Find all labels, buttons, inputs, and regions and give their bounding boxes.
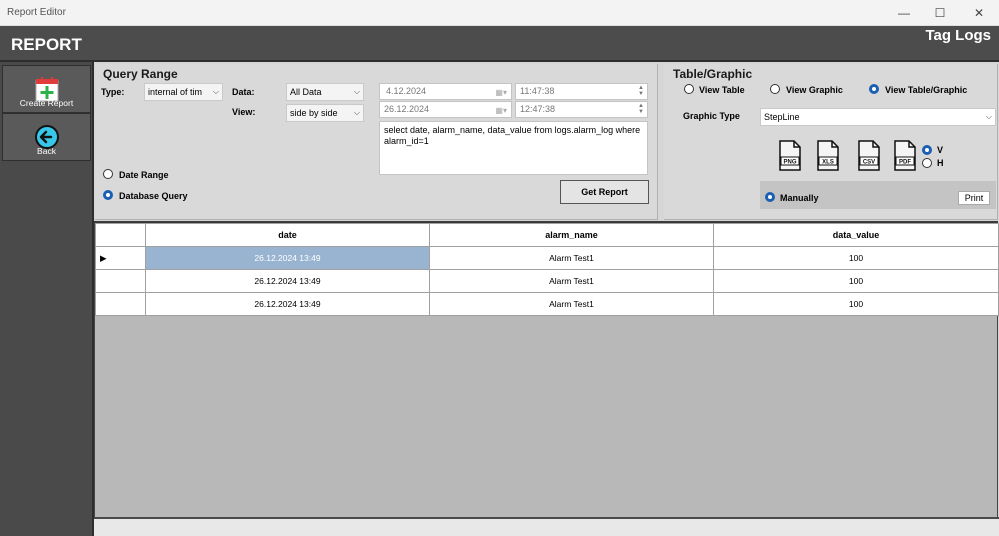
- data-select-value: All Data: [290, 87, 322, 97]
- graphic-type-label: Graphic Type: [683, 111, 740, 121]
- chevron-down-icon: ⌵: [212, 87, 219, 96]
- time-spinner-icon[interactable]: ▲ ▼: [636, 103, 646, 116]
- chevron-down-icon: ⌵: [353, 108, 360, 117]
- orientation-h-radio[interactable]: [922, 158, 932, 168]
- alarm-name-cell[interactable]: Alarm Test1: [429, 246, 714, 270]
- table-header-row: date alarm_name data_value: [95, 223, 999, 247]
- png-format-text: PNG: [783, 160, 796, 166]
- chevron-down-icon: ⌵: [985, 112, 992, 121]
- pdf-export-icon[interactable]: PDF: [893, 140, 917, 171]
- date-cell[interactable]: 26.12.2024 13:49: [145, 292, 430, 316]
- csv-format-text: CSV: [863, 160, 875, 166]
- print-button[interactable]: Print: [958, 191, 990, 205]
- query-range-panel: Query Range Type: internal of tim ⌵ Data…: [95, 64, 658, 220]
- start-date-value: 4.12.2024: [386, 86, 427, 96]
- end-date-value: 26.12.2024: [384, 104, 430, 114]
- type-select-value: internal of tim: [148, 87, 203, 97]
- manually-radio[interactable]: [765, 192, 775, 202]
- view-select-value: side by side: [290, 108, 338, 118]
- time-spinner-icon[interactable]: ▲ ▼: [636, 85, 646, 98]
- data-label: Data:: [232, 87, 255, 97]
- view-graphic-radio[interactable]: [770, 84, 780, 94]
- date-range-radio[interactable]: [103, 169, 113, 179]
- view-table-graphic-label: View Table/Graphic: [885, 85, 968, 95]
- back-label: Back: [37, 146, 56, 156]
- back-button[interactable]: Back: [2, 113, 91, 161]
- row-header-corner: [95, 223, 146, 247]
- database-query-label: Database Query: [119, 191, 188, 201]
- start-date-picker[interactable]: 4.12.2024 ▦▾: [379, 83, 512, 100]
- start-time-value: 11:47:38: [520, 86, 555, 96]
- create-report-button[interactable]: Create Report: [2, 65, 91, 113]
- data-value-cell[interactable]: 100: [713, 246, 999, 270]
- csv-export-icon[interactable]: CSV: [857, 140, 881, 171]
- start-time-field[interactable]: 11:47:38 ▲ ▼: [515, 83, 648, 100]
- status-footer: [94, 517, 999, 536]
- calendar-icon: ▦▾: [495, 106, 507, 115]
- view-table-label: View Table: [699, 85, 745, 95]
- date-cell[interactable]: 26.12.2024 13:49: [145, 246, 430, 270]
- sql-query-textarea[interactable]: select date, alarm_name, data_value from…: [379, 121, 648, 175]
- orientation-v-label: V: [937, 145, 944, 155]
- data-value-cell[interactable]: 100: [713, 292, 999, 316]
- sidebar: Create Report Back: [0, 62, 94, 536]
- xls-export-icon[interactable]: XLS: [816, 140, 840, 171]
- window-titlebar: Report Editor — ☐ ✕: [0, 0, 999, 26]
- view-select[interactable]: side by side ⌵: [286, 104, 364, 122]
- column-header-alarm-name[interactable]: alarm_name: [429, 223, 714, 247]
- row-header-cell[interactable]: [95, 292, 146, 316]
- date-cell[interactable]: 26.12.2024 13:49: [145, 269, 430, 293]
- page-title: Tag Logs: [925, 27, 991, 44]
- manually-label: Manually: [780, 193, 819, 203]
- window-title: Report Editor: [7, 7, 66, 18]
- end-time-field[interactable]: 12:47:38 ▲ ▼: [515, 101, 648, 118]
- get-report-button[interactable]: Get Report: [560, 180, 649, 204]
- calendar-icon: ▦▾: [495, 88, 507, 97]
- graphic-type-value: StepLine: [764, 112, 800, 122]
- end-date-picker[interactable]: 26.12.2024 ▦▾: [379, 101, 512, 118]
- orientation-v-radio[interactable]: [922, 145, 932, 155]
- view-table-radio[interactable]: [684, 84, 694, 94]
- end-time-value: 12:47:38: [520, 104, 556, 114]
- current-row-indicator[interactable]: ▶: [95, 246, 146, 270]
- graphic-type-select[interactable]: StepLine ⌵: [760, 108, 996, 126]
- table-graphic-panel: Table/Graphic View Table View Graphic Vi…: [664, 64, 998, 220]
- query-range-title: Query Range: [103, 67, 178, 81]
- xls-format-text: XLS: [822, 160, 834, 166]
- app-title: REPORT: [11, 35, 82, 54]
- table-row[interactable]: ▶ 26.12.2024 13:49 Alarm Test1 100: [95, 246, 999, 270]
- png-export-icon[interactable]: PNG: [778, 140, 802, 171]
- minimize-button[interactable]: —: [885, 0, 923, 26]
- column-header-date[interactable]: date: [145, 223, 430, 247]
- close-button[interactable]: ✕: [960, 0, 998, 26]
- app-header: REPORT Tag Logs: [0, 26, 999, 62]
- create-report-label: Create Report: [19, 98, 74, 108]
- data-value-cell[interactable]: 100: [713, 269, 999, 293]
- date-range-label: Date Range: [119, 170, 169, 180]
- view-table-graphic-radio[interactable]: [869, 84, 879, 94]
- alarm-name-cell[interactable]: Alarm Test1: [429, 292, 714, 316]
- type-label: Type:: [101, 87, 125, 97]
- maximize-button[interactable]: ☐: [921, 0, 959, 26]
- type-select[interactable]: internal of tim ⌵: [144, 83, 223, 101]
- table-row[interactable]: 26.12.2024 13:49 Alarm Test1 100: [95, 292, 999, 316]
- row-header-cell[interactable]: [95, 269, 146, 293]
- column-header-data-value[interactable]: data_value: [713, 223, 999, 247]
- print-options-bar: Manually Print: [760, 181, 996, 209]
- alarm-name-cell[interactable]: Alarm Test1: [429, 269, 714, 293]
- results-table: date alarm_name data_value ▶ 26.12.2024 …: [95, 223, 999, 316]
- table-row[interactable]: 26.12.2024 13:49 Alarm Test1 100: [95, 269, 999, 293]
- data-select[interactable]: All Data ⌵: [286, 83, 364, 101]
- table-graphic-title: Table/Graphic: [673, 67, 753, 81]
- view-label: View:: [232, 107, 256, 117]
- orientation-h-label: H: [937, 158, 944, 168]
- chevron-down-icon: ⌵: [353, 87, 360, 96]
- view-graphic-label: View Graphic: [786, 85, 843, 95]
- database-query-radio[interactable]: [103, 190, 113, 200]
- data-grid: date alarm_name data_value ▶ 26.12.2024 …: [94, 221, 999, 517]
- pdf-format-text: PDF: [899, 160, 911, 166]
